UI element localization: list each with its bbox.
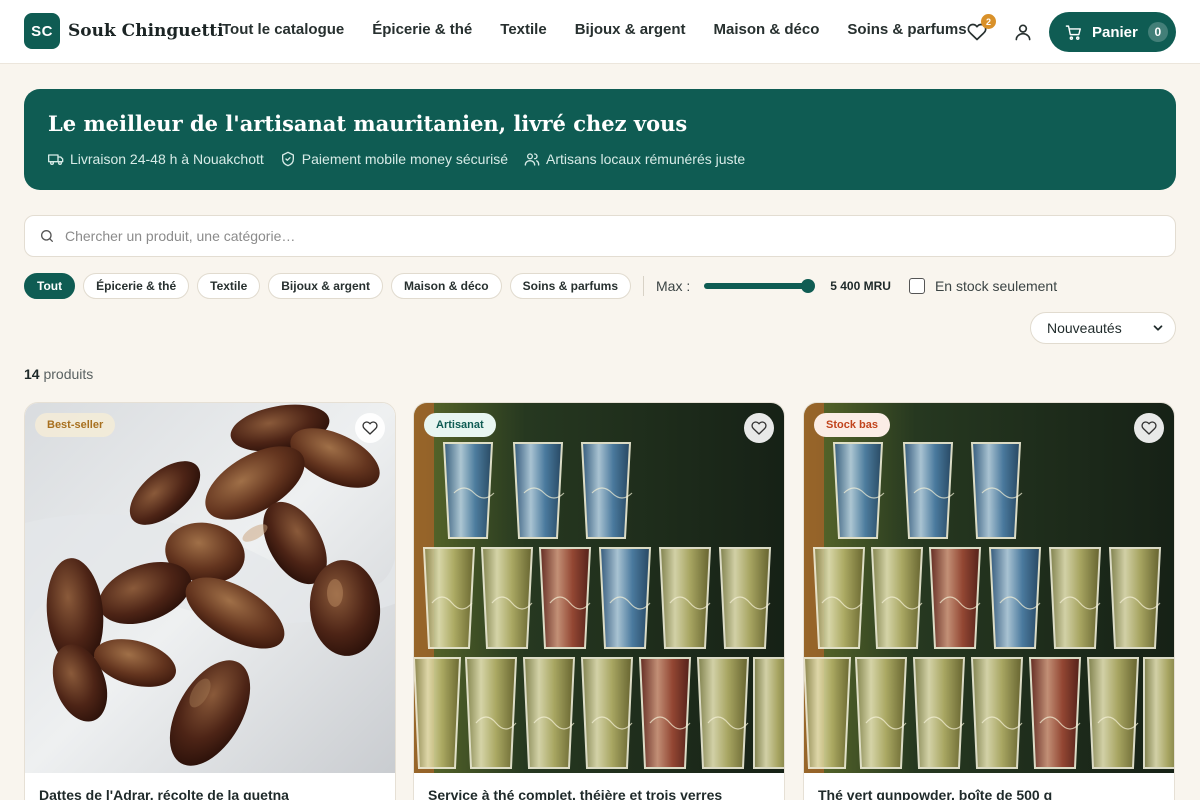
hero-features: Livraison 24-48 h à Nouakchott Paiement … bbox=[48, 151, 745, 167]
truck-icon bbox=[48, 154, 64, 165]
max-price-value: 5 400 MRU bbox=[830, 279, 891, 293]
sort-selected-value: Nouveautés bbox=[1047, 320, 1122, 336]
filter-chip-textile[interactable]: Textile bbox=[197, 273, 261, 299]
feature-payment-text: Paiement mobile money sécurisé bbox=[301, 151, 509, 167]
product-image-tea-set[interactable] bbox=[414, 403, 784, 773]
product-card[interactable]: Artisanat Service à thé complet, théière… bbox=[413, 402, 785, 800]
product-card[interactable]: Best-seller Dattes de l'Adrar, récolte d… bbox=[24, 402, 396, 800]
product-image-gunpowder-tea[interactable] bbox=[804, 403, 1174, 773]
feature-delivery: Livraison 24-48 h à Nouakchott bbox=[48, 151, 264, 167]
favorite-toggle-button[interactable] bbox=[1134, 413, 1164, 443]
slider-fill bbox=[704, 283, 808, 289]
filter-chip-grocery-tea[interactable]: Épicerie & thé bbox=[83, 273, 190, 299]
hero-title: Le meilleur de l'artisanat mauritanien, … bbox=[48, 111, 688, 136]
feature-artisans-text: Artisans locaux rémunérés juste bbox=[546, 151, 746, 167]
feature-payment: Paiement mobile money sécurisé bbox=[280, 151, 508, 167]
search-icon bbox=[41, 230, 53, 242]
account-button[interactable] bbox=[1011, 20, 1035, 44]
slider-thumb[interactable] bbox=[800, 279, 815, 293]
nav-textile[interactable]: Textile bbox=[500, 21, 546, 38]
favorite-toggle-button[interactable] bbox=[355, 413, 385, 443]
in-stock-checkbox[interactable] bbox=[908, 278, 925, 294]
product-title[interactable]: Thé vert gunpowder, boîte de 500 g bbox=[818, 787, 1052, 800]
nav-all-catalog[interactable]: Tout le catalogue bbox=[222, 21, 344, 38]
feature-delivery-text: Livraison 24-48 h à Nouakchott bbox=[70, 151, 264, 167]
filter-chip-care-perfume[interactable]: Soins & parfums bbox=[509, 273, 631, 299]
product-title[interactable]: Service à thé complet, théière et trois … bbox=[428, 787, 722, 800]
favorite-toggle-button[interactable] bbox=[744, 413, 774, 443]
shield-icon bbox=[281, 151, 294, 167]
max-price-slider[interactable] bbox=[704, 273, 815, 299]
heart-icon bbox=[1141, 421, 1157, 435]
heart-icon bbox=[751, 421, 767, 435]
feature-artisans: Artisans locaux rémunérés juste bbox=[524, 151, 745, 167]
heart-icon bbox=[362, 421, 378, 435]
sort-select[interactable]: Nouveautés bbox=[1030, 312, 1176, 344]
brand-name[interactable]: Souk Chinguetti bbox=[68, 21, 224, 41]
filter-chip-all[interactable]: Tout bbox=[24, 273, 76, 299]
nav-jewelry-silver[interactable]: Bijoux & argent bbox=[575, 21, 686, 38]
filter-bar: Tout Épicerie & thé Textile Bijoux & arg… bbox=[24, 273, 1057, 299]
results-count: 14 produits bbox=[24, 366, 93, 382]
search-bar[interactable] bbox=[24, 215, 1176, 257]
product-title[interactable]: Dattes de l'Adrar, récolte de la guetna bbox=[39, 787, 289, 800]
product-badge: Stock bas bbox=[814, 413, 890, 437]
tea-glasses-photo bbox=[414, 403, 784, 773]
search-input[interactable] bbox=[65, 228, 1145, 244]
filter-divider bbox=[643, 276, 644, 296]
dates-photo bbox=[25, 403, 395, 773]
product-image-dates[interactable] bbox=[25, 403, 395, 773]
cart-button[interactable]: Panier 0 bbox=[1049, 12, 1176, 52]
cart-icon bbox=[1065, 24, 1081, 40]
nav-grocery-tea[interactable]: Épicerie & thé bbox=[372, 21, 472, 38]
tea-glasses-photo bbox=[804, 403, 1174, 773]
results-count-number: 14 bbox=[24, 366, 40, 382]
cart-count-badge: 0 bbox=[1147, 22, 1168, 42]
nav-care-perfume[interactable]: Soins & parfums bbox=[847, 21, 966, 38]
chevron-down-icon bbox=[1153, 325, 1163, 331]
logo-badge[interactable]: SC bbox=[24, 13, 60, 49]
max-price-label: Max : bbox=[656, 278, 691, 294]
main-nav: Tout le catalogue Épicerie & thé Textile… bbox=[222, 21, 967, 38]
filter-chip-home-decor[interactable]: Maison & déco bbox=[390, 273, 502, 299]
in-stock-label[interactable]: En stock seulement bbox=[935, 278, 1057, 294]
favorites-count-badge: 2 bbox=[981, 14, 996, 29]
results-count-suffix: produits bbox=[43, 366, 94, 382]
hero-banner: Le meilleur de l'artisanat mauritanien, … bbox=[24, 89, 1176, 190]
product-badge: Artisanat bbox=[424, 413, 496, 437]
filter-chip-jewelry-silver[interactable]: Bijoux & argent bbox=[268, 273, 383, 299]
nav-home-decor[interactable]: Maison & déco bbox=[714, 21, 820, 38]
product-card[interactable]: Stock bas Thé vert gunpowder, boîte de 5… bbox=[803, 402, 1175, 800]
top-header: SC Souk Chinguetti Tout le catalogue Épi… bbox=[0, 0, 1200, 64]
user-icon bbox=[1015, 24, 1031, 41]
cart-label: Panier bbox=[1092, 23, 1138, 41]
users-icon bbox=[524, 153, 540, 166]
product-badge: Best-seller bbox=[35, 413, 116, 437]
